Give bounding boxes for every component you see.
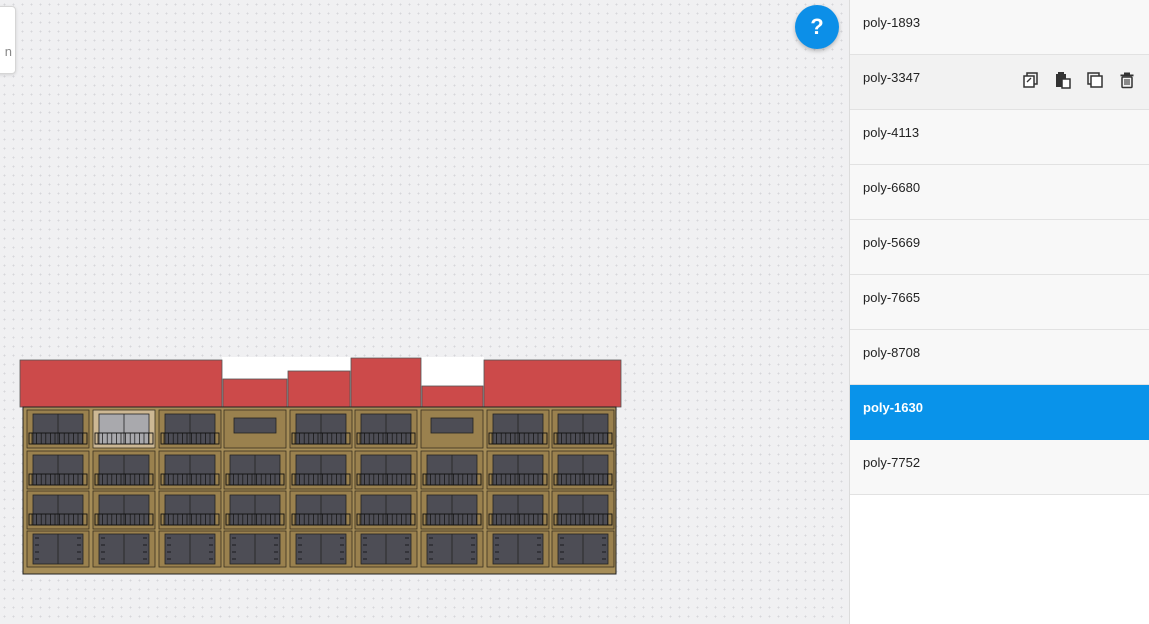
facade-cell — [551, 490, 615, 530]
roof-polygon — [483, 359, 622, 408]
facade-cell — [354, 490, 418, 530]
paste-icon[interactable] — [1054, 71, 1072, 89]
polygon-label: poly-1630 — [863, 400, 923, 415]
facade-cell — [551, 409, 615, 449]
facade-cell — [289, 530, 353, 568]
facade-cell — [158, 409, 222, 449]
polygon-list-item[interactable]: poly-5669 — [850, 220, 1149, 275]
polygon-list-item[interactable]: poly-7665 — [850, 275, 1149, 330]
polygon-label: poly-3347 — [863, 70, 921, 85]
polygon-list-item-selected[interactable]: poly-1630 — [850, 385, 1149, 440]
copy-icon[interactable] — [1022, 71, 1040, 89]
facade-cell — [289, 450, 353, 490]
polygon-label: poly-1893 — [863, 15, 921, 30]
polygon-label: poly-6680 — [863, 180, 921, 195]
polygon-list-item[interactable]: poly-1893 — [850, 0, 1149, 55]
small-window — [233, 417, 277, 434]
help-icon: ? — [810, 14, 824, 39]
facade-cell — [92, 450, 156, 490]
help-button[interactable]: ? — [795, 5, 839, 49]
polygon-label: poly-4113 — [863, 125, 920, 140]
facade-cell — [420, 490, 484, 530]
facade-cell — [551, 450, 615, 490]
facade-cell — [26, 450, 90, 490]
building-facade[interactable] — [0, 0, 849, 624]
polygon-list-panel: poly-1893 poly-3347 poly-4113 poly-6680 … — [849, 0, 1149, 624]
facade-cell — [223, 409, 287, 449]
polygon-label: poly-5669 — [863, 235, 921, 250]
facade-cell — [354, 530, 418, 568]
facade-cell — [26, 409, 90, 449]
facade-cell — [92, 490, 156, 530]
facade-cell — [158, 530, 222, 568]
polygon-label: poly-7665 — [863, 290, 921, 305]
facade-cell — [420, 450, 484, 490]
facade-cell — [92, 530, 156, 568]
facade-cell — [486, 409, 550, 449]
duplicate-icon[interactable] — [1086, 71, 1104, 89]
facade-cell — [92, 409, 156, 449]
small-window — [430, 417, 474, 434]
facade-cell — [289, 490, 353, 530]
facade-cell — [354, 450, 418, 490]
facade-cell — [223, 490, 287, 530]
facade-cell — [486, 490, 550, 530]
roof-polygon — [287, 370, 351, 408]
item-actions — [1022, 71, 1136, 89]
facade-cell — [223, 530, 287, 568]
facade-cell — [223, 450, 287, 490]
facade-cell — [420, 530, 484, 568]
facade-cell — [486, 530, 550, 568]
facade-cell — [289, 409, 353, 449]
roof-polygon — [19, 359, 223, 408]
polygon-label: poly-8708 — [863, 345, 921, 360]
polygon-list-item[interactable]: poly-7752 — [850, 440, 1149, 495]
facade-cell — [26, 530, 90, 568]
facade-cell — [158, 490, 222, 530]
facade-cell — [486, 450, 550, 490]
polygon-list-item[interactable]: poly-6680 — [850, 165, 1149, 220]
polygon-list-item[interactable]: poly-3347 — [850, 55, 1149, 110]
polygon-list-item[interactable]: poly-4113 — [850, 110, 1149, 165]
facade-cell — [26, 490, 90, 530]
polygon-label: poly-7752 — [863, 455, 921, 470]
roof-polygon — [350, 357, 422, 408]
facade-cell — [420, 409, 484, 449]
facade-cell — [158, 450, 222, 490]
polygon-list-item[interactable]: poly-8708 — [850, 330, 1149, 385]
roof-polygon — [421, 385, 484, 408]
roof-polygon — [222, 378, 288, 408]
drawing-canvas[interactable]: n ? — [0, 0, 849, 624]
facade-cell — [551, 530, 615, 568]
trash-icon[interactable] — [1118, 71, 1136, 89]
facade-cell — [354, 409, 418, 449]
